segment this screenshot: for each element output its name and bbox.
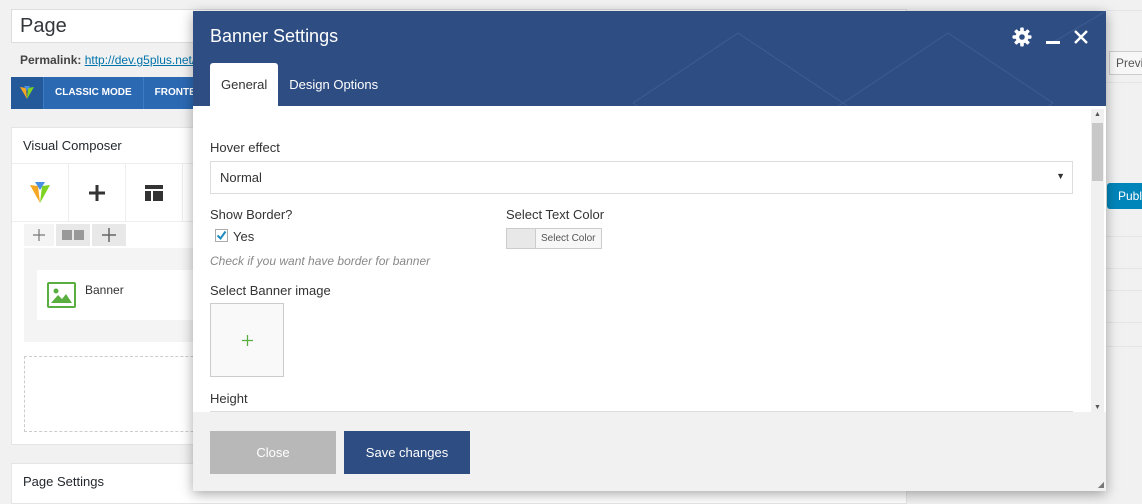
gear-icon[interactable] xyxy=(1012,27,1032,47)
select-color-label: Select Color xyxy=(541,233,596,244)
close-button[interactable]: Close xyxy=(210,431,336,474)
resize-handle-icon[interactable]: ◢ xyxy=(1098,480,1104,489)
hover-effect-label: Hover effect xyxy=(210,140,280,155)
tab-general[interactable]: General xyxy=(210,63,279,106)
color-swatch xyxy=(507,229,536,248)
preview-button[interactable]: Previ xyxy=(1109,51,1142,75)
show-border-help: Check if you want have border for banner xyxy=(210,254,431,268)
hover-effect-select[interactable]: Normal ▼ xyxy=(210,161,1073,194)
scrollbar-thumb[interactable] xyxy=(1092,123,1103,181)
vc-logo-button[interactable] xyxy=(12,164,69,222)
text-color-label: Select Text Color xyxy=(506,207,605,222)
modal-header: Banner Settings General Design Options xyxy=(193,11,1106,106)
scroll-down-icon[interactable]: ▼ xyxy=(1094,404,1101,411)
chevron-down-icon: ▼ xyxy=(1056,171,1065,181)
row-layout-icon[interactable] xyxy=(56,224,90,246)
select-color-button[interactable]: Select Color xyxy=(506,228,602,249)
save-changes-button[interactable]: Save changes xyxy=(344,431,470,474)
publish-button[interactable]: Publ xyxy=(1107,183,1142,209)
layout-icon xyxy=(145,185,163,201)
image-icon xyxy=(47,282,76,308)
modal-body: Hover effect Normal ▼ Show Border? Yes C… xyxy=(193,106,1106,412)
templates-button[interactable] xyxy=(126,164,183,222)
vc-logo-icon xyxy=(11,77,43,109)
modal-title: Banner Settings xyxy=(210,26,339,46)
permalink-row: Permalink: http://dev.g5plus.net/ xyxy=(20,53,195,67)
modal-scrollbar[interactable]: ▲ ▼ xyxy=(1091,109,1104,413)
permalink-link[interactable]: http://dev.g5plus.net/ xyxy=(85,53,196,67)
tab-design-options[interactable]: Design Options xyxy=(278,63,389,106)
add-column-icon[interactable] xyxy=(92,224,126,246)
row-controls xyxy=(24,224,126,246)
modal-footer: Close Save changes xyxy=(193,412,1106,491)
scroll-up-icon[interactable]: ▲ xyxy=(1094,111,1101,118)
banner-settings-modal: Banner Settings General Design Options H… xyxy=(193,11,1106,491)
plus-icon xyxy=(89,185,105,201)
move-row-icon[interactable] xyxy=(24,224,54,246)
show-border-label: Show Border? xyxy=(210,207,293,222)
header-controls xyxy=(1012,27,1088,47)
banner-image-label: Select Banner image xyxy=(210,283,331,298)
page-settings-title: Page Settings xyxy=(23,474,104,489)
check-icon xyxy=(216,230,227,241)
hover-effect-value: Normal xyxy=(220,170,262,185)
classic-mode-button[interactable]: CLASSIC MODE xyxy=(43,77,143,109)
show-border-checkbox[interactable] xyxy=(215,229,228,242)
add-element-button[interactable] xyxy=(69,164,126,222)
add-image-icon xyxy=(241,334,253,346)
element-label: Banner xyxy=(85,283,124,297)
publish-sidebar: Previ Publ xyxy=(1106,0,1142,504)
banner-image-picker[interactable] xyxy=(210,303,284,377)
height-label: Height xyxy=(210,391,248,406)
permalink-label: Permalink: xyxy=(20,53,82,67)
modal-tabs: General Design Options xyxy=(210,63,389,106)
close-icon[interactable] xyxy=(1074,30,1088,44)
vc-brand-icon xyxy=(30,182,50,203)
minimize-icon[interactable] xyxy=(1046,30,1060,44)
show-border-option-label: Yes xyxy=(233,229,255,244)
